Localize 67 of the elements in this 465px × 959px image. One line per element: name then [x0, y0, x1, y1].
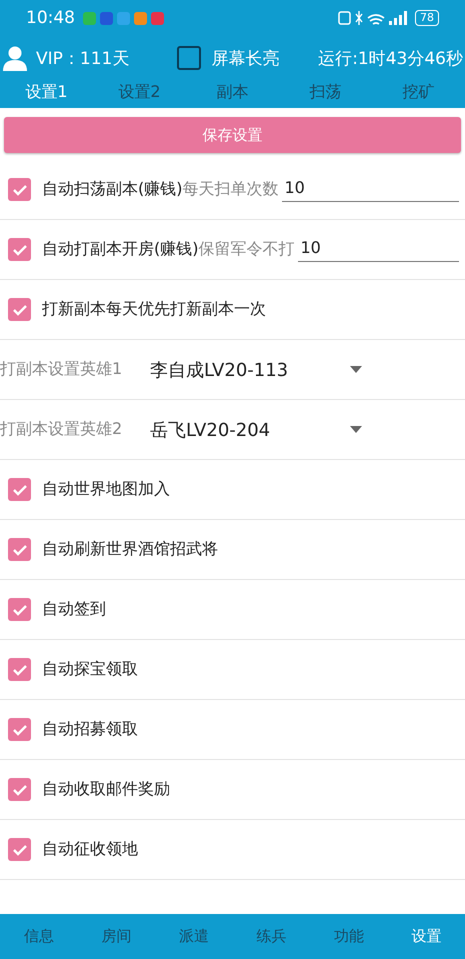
checkbox[interactable]	[8, 538, 31, 561]
tab[interactable]: 副本	[186, 82, 279, 102]
checkmark-icon	[12, 544, 28, 556]
checkmark-icon	[12, 604, 28, 616]
setting-label: 打副本设置英雄1	[0, 359, 124, 380]
setting-label: 自动签到	[42, 599, 106, 620]
app-notification-icon	[117, 12, 130, 24]
setting-label: 打副本设置英雄2	[0, 419, 124, 440]
checkbox[interactable]	[8, 778, 31, 801]
setting-label: 自动扫荡副本(赚钱)	[42, 179, 182, 200]
checkbox[interactable]	[8, 658, 31, 681]
setting-label: 自动探宝领取	[42, 659, 138, 680]
bluetooth-icon	[355, 10, 363, 26]
signal-icon	[389, 11, 407, 25]
app-notification-icon	[151, 12, 164, 24]
checkmark-icon	[12, 784, 28, 796]
checkbox[interactable]	[8, 718, 31, 741]
tab[interactable]: 扫荡	[279, 82, 372, 102]
checkmark-icon	[12, 484, 28, 496]
battery-level: 78	[415, 10, 439, 26]
nav-tab[interactable]: 功能	[310, 927, 388, 946]
nav-tab[interactable]: 房间	[78, 927, 155, 946]
save-button[interactable]: 保存设置	[4, 117, 461, 153]
app-notification-icon	[134, 12, 147, 24]
app-notification-icon	[100, 12, 113, 24]
nav-tab[interactable]: 练兵	[232, 927, 310, 946]
nav-tab[interactable]: 派遣	[155, 927, 232, 946]
tab[interactable]: 设置1	[0, 82, 93, 102]
tab[interactable]: 挖矿	[372, 82, 465, 102]
setting-label: 自动招募领取	[42, 719, 138, 740]
checkbox[interactable]	[177, 46, 202, 70]
status-time: 10:48	[26, 8, 75, 28]
setting-label: 自动刷新世界酒馆招武将	[42, 539, 218, 560]
setting-label: 自动打副本开房(赚钱)	[42, 239, 198, 260]
nav-tab[interactable]: 信息	[0, 927, 78, 946]
nav-tab[interactable]: 设置	[388, 927, 465, 946]
app-notification-icon	[83, 12, 96, 24]
setting-hint: 保留军令不打	[198, 239, 294, 260]
vip-days: VIP：111天	[36, 46, 130, 70]
setting-label: 自动世界地图加入	[42, 479, 170, 500]
checkmark-icon	[12, 184, 28, 196]
checkmark-icon	[12, 664, 28, 676]
checkbox[interactable]	[8, 298, 31, 321]
checkbox-label: 屏幕长亮	[211, 48, 280, 70]
checkmark-icon	[12, 304, 28, 316]
checkmark-icon	[12, 724, 28, 736]
checkbox[interactable]	[8, 478, 31, 501]
checkmark-icon	[12, 244, 28, 256]
number-field[interactable]: 10	[282, 178, 459, 202]
checkmark-icon	[12, 844, 28, 856]
dropdown-arrow-icon	[350, 426, 362, 433]
number-field[interactable]: 10	[298, 238, 459, 262]
setting-label: 自动征收领地	[42, 839, 138, 860]
hero-dropdown[interactable]: 岳飞LV20-204	[150, 418, 370, 442]
checkbox[interactable]	[8, 598, 31, 621]
setting-label: 自动收取邮件奖励	[42, 779, 170, 800]
wifi-icon	[367, 12, 385, 24]
runtime-text: 运行:1时43分46秒	[318, 48, 463, 70]
setting-hint: 每天扫单次数	[182, 179, 278, 200]
tab[interactable]: 设置2	[93, 82, 186, 102]
checkbox[interactable]	[8, 178, 31, 201]
checkbox[interactable]	[8, 238, 31, 261]
hero-dropdown[interactable]: 李自成LV20-113	[150, 358, 370, 382]
dropdown-arrow-icon	[350, 366, 362, 373]
user-avatar-icon	[2, 45, 28, 71]
setting-label: 打新副本每天优先打新副本一次	[42, 299, 266, 320]
checkbox[interactable]	[8, 838, 31, 861]
